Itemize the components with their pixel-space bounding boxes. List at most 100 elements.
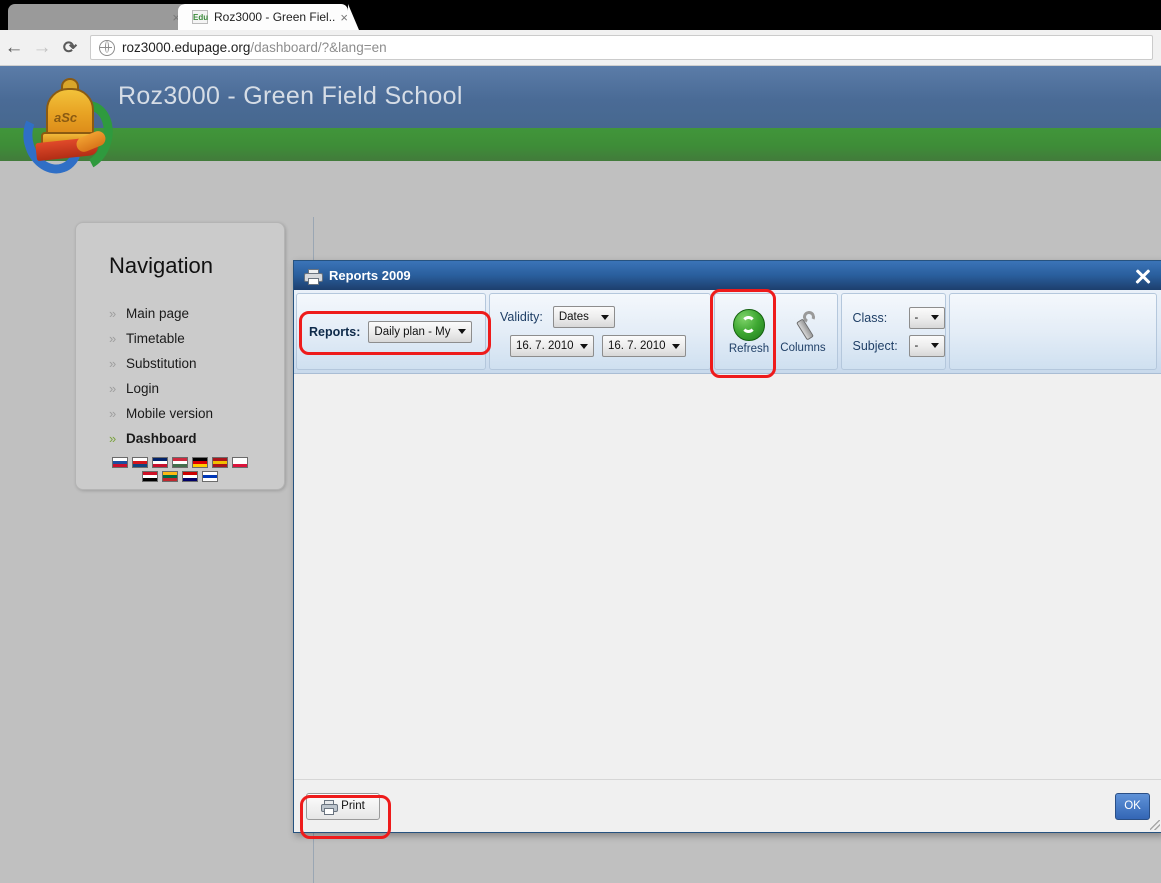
browser-window: × Edu Roz3000 - Green Fiel... × ← → ⟳ ro…	[0, 0, 1161, 883]
refresh-button[interactable]: Refresh	[722, 309, 776, 355]
browser-tab-active[interactable]: Edu Roz3000 - Green Fiel... ×	[178, 4, 348, 30]
sidebar-item-mobile-version[interactable]: »Mobile version	[109, 401, 269, 426]
date-to-selector[interactable]: 16. 7. 2010	[602, 335, 686, 357]
url-bar[interactable]: roz3000.edupage.org/dashboard/?&lang=en	[90, 35, 1153, 60]
page-viewport: Roz3000 - Green Field School aSc 6 Note …	[0, 66, 1161, 883]
url-path: /dashboard/?&lang=en	[250, 40, 386, 55]
refresh-icon	[733, 309, 765, 341]
sidebar-item-substitution[interactable]: »Substitution	[109, 351, 269, 376]
sidebar-item-label: Mobile version	[126, 406, 213, 421]
filters-group: Class: - Subject: -	[841, 293, 946, 370]
dialog-toolbar: Reports: Daily plan - My Validity: Dates	[294, 290, 1161, 374]
ok-button[interactable]: OK	[1115, 793, 1150, 820]
sidebar-item-label: Timetable	[126, 331, 185, 346]
subject-selector-value: -	[915, 340, 919, 352]
forward-icon[interactable]: →	[28, 37, 56, 59]
printer-icon	[304, 269, 321, 283]
url-domain: roz3000.edupage.org	[122, 40, 250, 55]
browser-tab-strip: × Edu Roz3000 - Green Fiel... ×	[0, 0, 1161, 30]
date-from-value: 16. 7. 2010	[516, 340, 574, 352]
flag-israel[interactable]	[202, 471, 218, 482]
columns-button[interactable]: Columns	[776, 310, 830, 354]
site-header: Roz3000 - Green Field School	[0, 66, 1161, 128]
globe-icon	[99, 40, 115, 56]
favicon-icon: Edu	[192, 10, 208, 24]
flag-poland[interactable]	[232, 457, 248, 468]
navigation-panel: Navigation »Main page»Timetable»Substitu…	[75, 222, 285, 490]
close-icon[interactable]	[1130, 263, 1156, 289]
validity-label: Validity:	[500, 310, 543, 324]
print-button[interactable]: Print	[306, 793, 380, 820]
flag-germany[interactable]	[192, 457, 208, 468]
reports-label: Reports:	[309, 325, 360, 339]
validity-mode-row: Validity: Dates	[500, 306, 615, 328]
reports-dialog: Reports 2009 Reports: Daily plan - My Va…	[293, 260, 1161, 833]
browser-navigation-bar: ← → ⟳ roz3000.edupage.org/dashboard/?&la…	[0, 30, 1161, 66]
subject-selector[interactable]: -	[909, 335, 945, 357]
dialog-footer: Print OK	[294, 779, 1161, 832]
print-label: Print	[341, 800, 365, 812]
reports-group: Reports: Daily plan - My	[296, 293, 486, 370]
sidebar-item-label: Login	[126, 381, 159, 396]
chevron-right-icon: »	[109, 381, 126, 396]
flag-lithuania[interactable]	[162, 471, 178, 482]
logo-text: aSc	[54, 110, 77, 125]
subject-filter-row: Subject: -	[853, 335, 945, 357]
dialog-report-area	[294, 374, 1161, 779]
date-from-selector[interactable]: 16. 7. 2010	[510, 335, 594, 357]
chevron-down-icon	[672, 344, 680, 349]
back-icon[interactable]: ←	[0, 37, 28, 59]
chevron-down-icon	[601, 315, 609, 320]
dialog-title: Reports 2009	[329, 268, 1130, 283]
flag-spain[interactable]	[212, 457, 228, 468]
sidebar-item-label: Substitution	[126, 356, 197, 371]
chevron-right-icon: »	[109, 306, 126, 321]
green-band	[0, 128, 1161, 161]
class-label: Class:	[853, 311, 901, 325]
subject-label: Subject:	[853, 339, 901, 353]
date-to-value: 16. 7. 2010	[608, 340, 666, 352]
validity-group: Validity: Dates 16. 7. 2010 16. 7. 2010	[489, 293, 711, 370]
dialog-title-bar: Reports 2009	[294, 261, 1161, 290]
class-selector-value: -	[915, 312, 919, 324]
sidebar-item-label: Dashboard	[126, 431, 197, 446]
flag-slovakia[interactable]	[112, 457, 128, 468]
reload-icon[interactable]: ⟳	[56, 38, 84, 58]
flag-czech[interactable]	[132, 457, 148, 468]
chevron-down-icon	[580, 344, 588, 349]
sidebar-item-main-page[interactable]: »Main page	[109, 301, 269, 326]
class-selector[interactable]: -	[909, 307, 945, 329]
flag-egypt[interactable]	[142, 471, 158, 482]
chevron-right-icon: »	[109, 356, 126, 371]
navigation-heading: Navigation	[109, 253, 213, 279]
columns-label: Columns	[780, 342, 825, 354]
chevron-right-icon: »	[109, 406, 126, 421]
sidebar-item-login[interactable]: »Login	[109, 376, 269, 401]
tab-edge	[348, 4, 359, 30]
url-text: roz3000.edupage.org/dashboard/?&lang=en	[122, 40, 387, 55]
chevron-right-icon: »	[109, 431, 126, 446]
printer-icon	[321, 800, 336, 813]
flag-malaysia[interactable]	[182, 471, 198, 482]
class-filter-row: Class: -	[853, 307, 945, 329]
tab-close-icon[interactable]: ×	[340, 10, 348, 25]
asc-logo-icon: aSc	[22, 74, 114, 166]
flag-hungary[interactable]	[172, 457, 188, 468]
toolbar-filler	[949, 293, 1157, 370]
language-flags	[106, 457, 254, 482]
chevron-down-icon	[931, 315, 939, 320]
refresh-label: Refresh	[729, 343, 769, 355]
resize-handle[interactable]	[1150, 820, 1160, 830]
sidebar-item-dashboard[interactable]: »Dashboard	[109, 426, 269, 451]
flag-uk[interactable]	[152, 457, 168, 468]
chevron-right-icon: »	[109, 331, 126, 346]
tab-title: Roz3000 - Green Fiel...	[214, 10, 336, 24]
reports-selector[interactable]: Daily plan - My	[368, 321, 472, 343]
sidebar-item-label: Main page	[126, 306, 189, 321]
sidebar-item-timetable[interactable]: »Timetable	[109, 326, 269, 351]
validity-mode-selector[interactable]: Dates	[553, 306, 615, 328]
validity-mode-value: Dates	[559, 311, 589, 323]
page-title: Roz3000 - Green Field School	[118, 82, 463, 111]
actions-group: Refresh Columns	[714, 293, 838, 370]
browser-tab-inactive[interactable]: ×	[8, 4, 188, 30]
